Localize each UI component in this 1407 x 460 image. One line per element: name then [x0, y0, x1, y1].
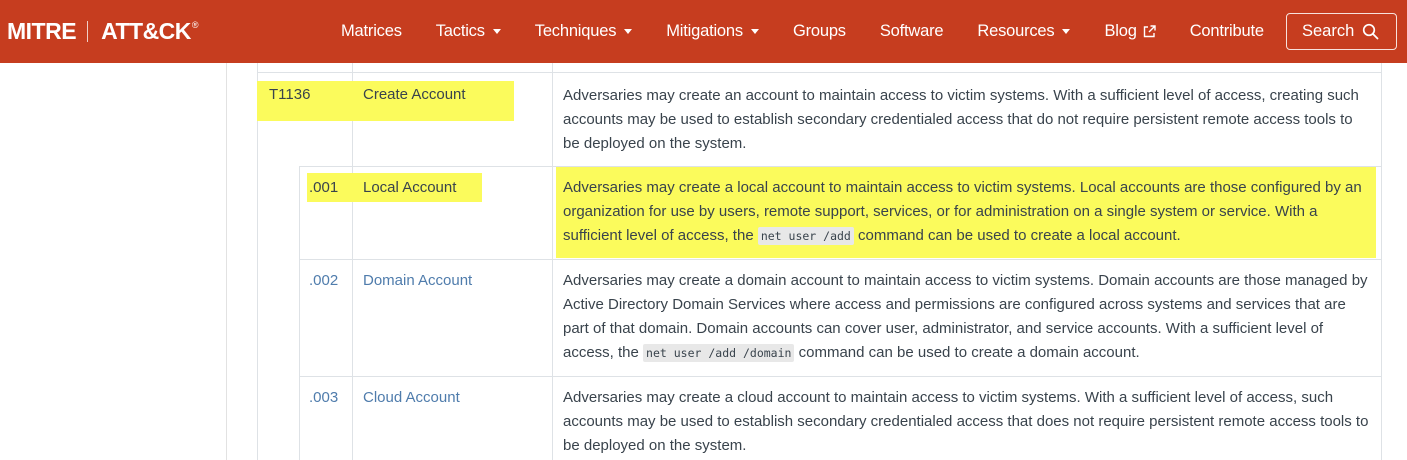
nav-item-groups[interactable]: Groups: [776, 22, 863, 41]
search-label: Search: [1302, 22, 1355, 40]
nav-item-label: Tactics: [435, 22, 485, 40]
table-border-right: [1381, 63, 1382, 460]
caret-down-icon: [492, 29, 501, 34]
search-icon: [1362, 23, 1379, 40]
table-border-left: [257, 63, 258, 460]
table-border-sub-left: [299, 166, 300, 460]
brand-mitre: MITRE: [7, 18, 77, 44]
table-column-divider: [352, 63, 353, 460]
command-code: net user /add /domain: [643, 344, 795, 362]
nav-item-matrices[interactable]: Matrices: [324, 22, 419, 41]
nav-item-label: Software: [879, 22, 944, 40]
brand-logo[interactable]: MITRE ATT&CK ®: [7, 0, 199, 63]
subtechnique-id[interactable]: .001: [309, 176, 338, 200]
technique-id[interactable]: T1136: [269, 83, 310, 107]
command-code: net user /add: [757, 227, 854, 245]
brand-divider: [87, 21, 89, 42]
subtechnique-id[interactable]: .003: [309, 386, 338, 410]
nav-item-label: Blog: [1104, 22, 1137, 40]
nav-item-label: Groups: [792, 22, 846, 40]
subtechnique-name[interactable]: Local Account: [363, 176, 456, 200]
nav-item-label: Resources: [977, 22, 1055, 40]
caret-down-icon: [624, 29, 633, 34]
caret-down-icon: [750, 29, 759, 34]
nav-item-label: Mitigations: [666, 22, 743, 40]
external-link-icon: [1143, 25, 1156, 38]
nav-item-techniques[interactable]: Techniques: [518, 22, 649, 41]
description-text: command can be used to create a local ac…: [853, 227, 1181, 244]
subtechniques-table: T1136 Create Account Adversaries may cre…: [257, 63, 1382, 460]
technique-description: Adversaries may create an account to mai…: [563, 87, 1359, 152]
table-row-divider: [257, 72, 1382, 73]
brand-attck: ATT&CK: [101, 18, 191, 44]
subtechnique-name[interactable]: Domain Account: [363, 269, 472, 293]
subtechnique-description: Adversaries may create a cloud account t…: [563, 389, 1369, 454]
subtechnique-id[interactable]: .002: [309, 269, 338, 293]
description-text: command can be used to create a domain a…: [794, 344, 1140, 361]
nav-item-resources[interactable]: Resources: [960, 22, 1087, 41]
table-column-divider: [552, 63, 553, 460]
table-row-divider: [299, 259, 1382, 260]
nav-item-label: Techniques: [534, 22, 617, 40]
nav-item-software[interactable]: Software: [863, 22, 961, 41]
nav-item-label: Contribute: [1189, 22, 1264, 40]
search-button[interactable]: Search: [1286, 13, 1397, 50]
subtechnique-description: Adversaries may create a domain account …: [563, 269, 1375, 365]
subtechnique-name[interactable]: Cloud Account: [363, 386, 460, 410]
nav-links: Matrices Tactics Techniques Mitigations …: [324, 0, 1281, 63]
nav-item-contribute[interactable]: Contribute: [1173, 22, 1281, 41]
subtechnique-description: Adversaries may create a local account t…: [563, 176, 1375, 248]
top-navbar: MITRE ATT&CK ® Matrices Tactics Techniqu…: [0, 0, 1407, 63]
sidebar-divider: [226, 63, 227, 460]
nav-item-tactics[interactable]: Tactics: [419, 22, 518, 41]
table-row-divider: [299, 376, 1382, 377]
caret-down-icon: [1062, 29, 1071, 34]
nav-item-mitigations[interactable]: Mitigations: [649, 22, 776, 41]
technique-name[interactable]: Create Account: [363, 83, 466, 107]
nav-item-blog[interactable]: Blog: [1087, 22, 1172, 41]
brand-registered: ®: [191, 19, 199, 30]
nav-item-label: Matrices: [341, 22, 402, 40]
